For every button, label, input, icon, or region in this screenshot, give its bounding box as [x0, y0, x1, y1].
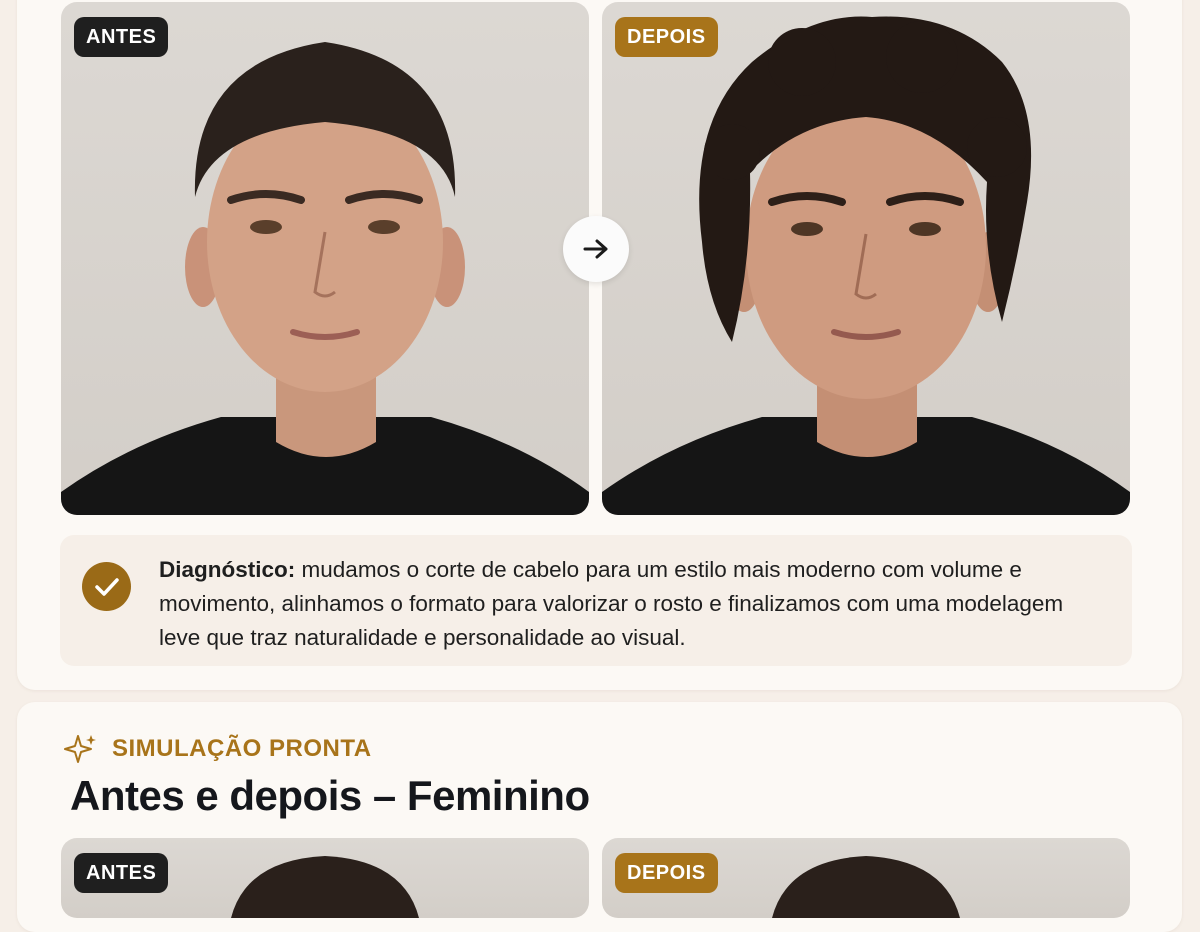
arrow-right-icon — [583, 239, 608, 259]
compare-arrow-button[interactable] — [563, 216, 629, 282]
photo-after-female: DEPOIS — [602, 838, 1130, 918]
diagnosis-heading: Diagnóstico: — [159, 557, 296, 582]
section-title: Antes e depois – Feminino — [70, 772, 590, 819]
diagnosis-box: Diagnóstico: mudamos o corte de cabelo p… — [60, 535, 1132, 666]
badge-after-female: DEPOIS — [615, 853, 718, 893]
eyebrow-text: SIMULAÇÃO PRONTA — [112, 735, 372, 762]
diagnosis-body: mudamos o corte de cabelo para um estilo… — [159, 557, 1064, 650]
photo-before-female: ANTES — [61, 838, 589, 918]
photo-after-male: DEPOIS — [602, 2, 1130, 515]
diagnosis-text: Diagnóstico: mudamos o corte de cabelo p… — [159, 553, 1109, 655]
badge-before: ANTES — [74, 17, 169, 57]
portrait-before-male-illustration — [61, 42, 589, 515]
badge-after: DEPOIS — [615, 17, 718, 57]
sparkles-icon — [64, 735, 96, 763]
portrait-after-male-illustration — [602, 16, 1130, 515]
section-eyebrow: SIMULAÇÃO PRONTA — [64, 732, 372, 766]
badge-before-female: ANTES — [74, 853, 169, 893]
photo-before-male: ANTES — [61, 2, 589, 515]
check-circle-icon — [82, 562, 131, 611]
